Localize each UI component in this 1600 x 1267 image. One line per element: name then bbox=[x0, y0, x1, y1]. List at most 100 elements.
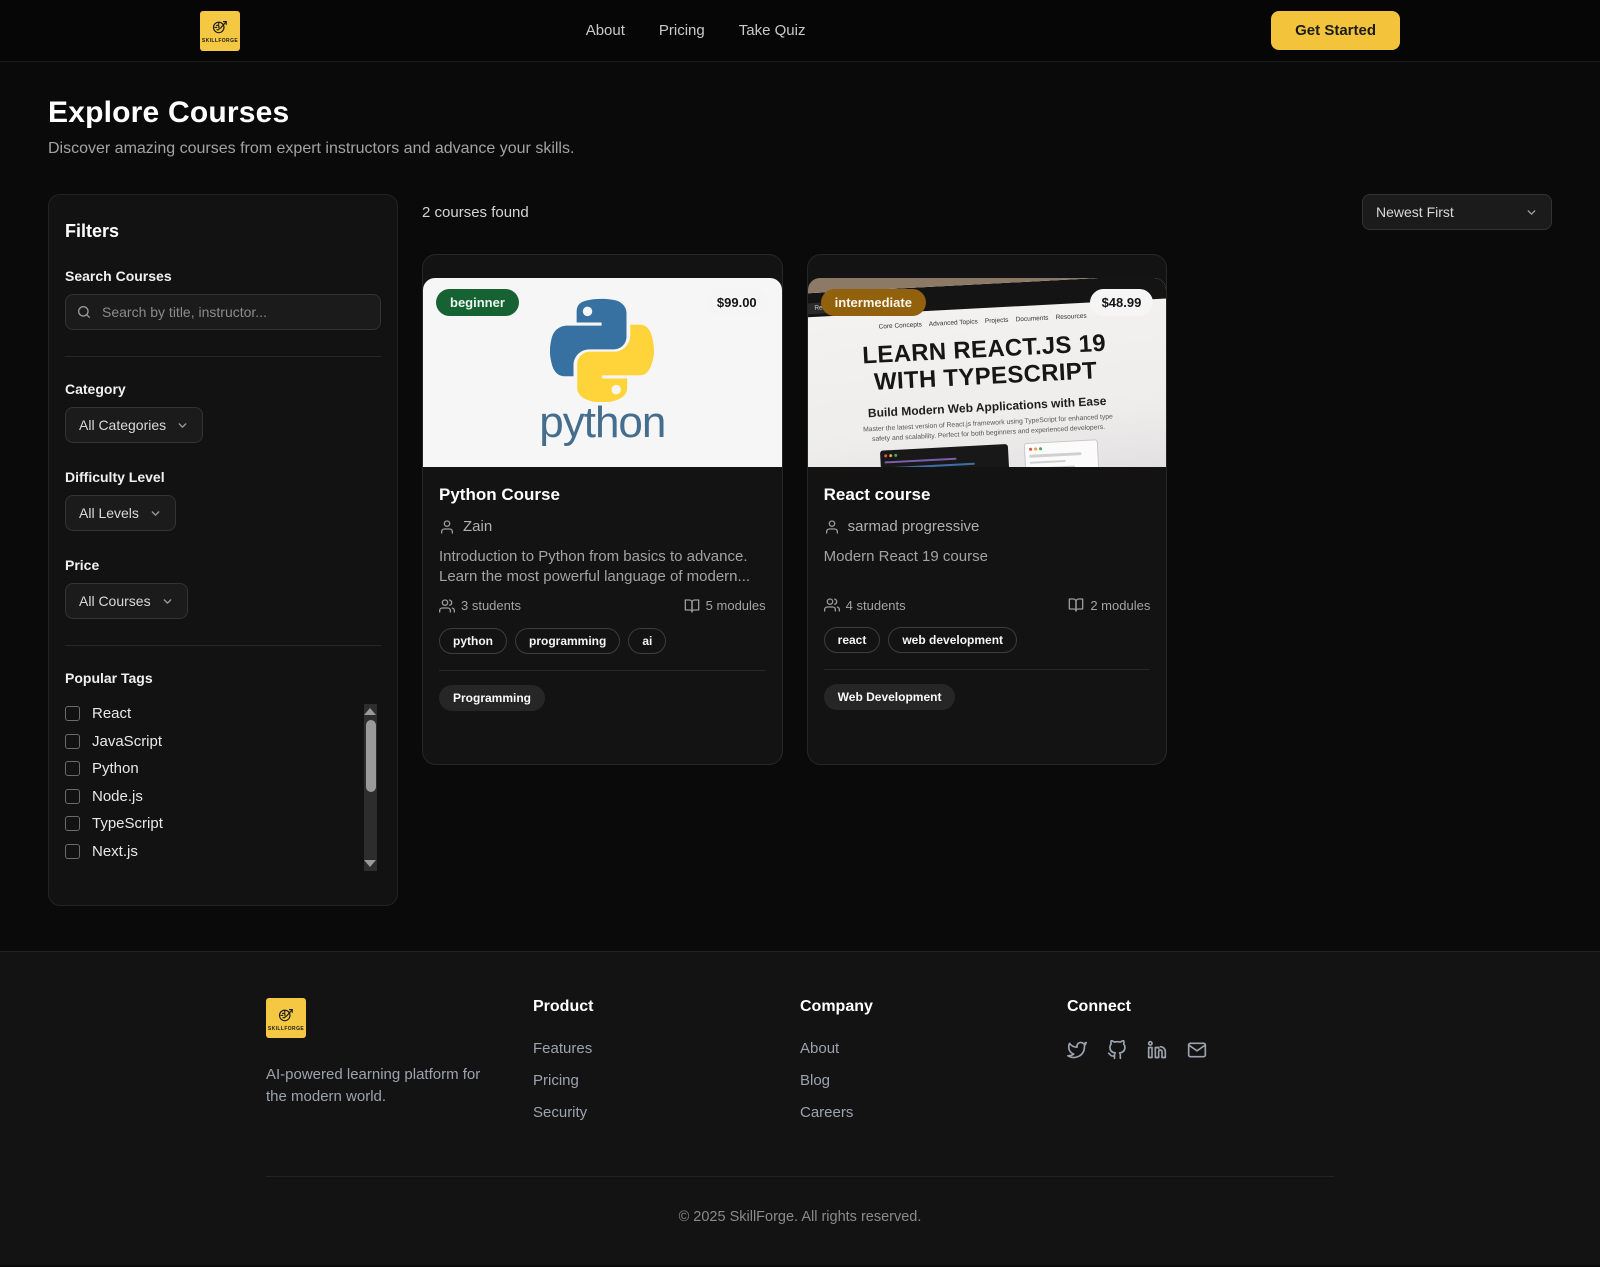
modules-count: 2 modules bbox=[1068, 597, 1150, 613]
brand-name: SKILLFORGE bbox=[202, 38, 238, 44]
sort-select[interactable]: Newest First bbox=[1362, 194, 1552, 230]
tag-option-nodejs[interactable]: Node.js bbox=[65, 783, 355, 811]
footer-tagline: AI-powered learning platform for the mod… bbox=[266, 1064, 496, 1108]
brain-arrow-icon bbox=[210, 17, 230, 37]
footer-company-column: Company About Blog Careers bbox=[800, 998, 1067, 1136]
sort-value: Newest First bbox=[1376, 204, 1454, 220]
github-icon[interactable] bbox=[1107, 1040, 1127, 1060]
course-title[interactable]: React course bbox=[824, 485, 1151, 505]
difficulty-select[interactable]: All Levels bbox=[65, 495, 176, 531]
users-icon bbox=[824, 597, 840, 613]
footer-link-pricing[interactable]: Pricing bbox=[533, 1072, 800, 1089]
scrollbar-thumb[interactable] bbox=[366, 720, 376, 792]
price-badge: $48.99 bbox=[1090, 289, 1154, 316]
user-icon bbox=[439, 519, 455, 535]
footer-link-blog[interactable]: Blog bbox=[800, 1072, 1067, 1089]
tag-option-nextjs[interactable]: Next.js bbox=[65, 838, 355, 866]
checkbox[interactable] bbox=[65, 734, 80, 749]
checkbox[interactable] bbox=[65, 789, 80, 804]
price-badge: $99.00 bbox=[705, 289, 769, 316]
results-count: 2 courses found bbox=[422, 204, 529, 221]
tag-option-react[interactable]: React bbox=[65, 700, 355, 728]
footer-link-about[interactable]: About bbox=[800, 1040, 1067, 1057]
course-description: Modern React 19 course bbox=[824, 547, 1151, 587]
category-badge: Web Development bbox=[824, 684, 956, 710]
book-open-icon bbox=[684, 598, 700, 614]
checkbox[interactable] bbox=[65, 761, 80, 776]
instructor-name: sarmad progressive bbox=[848, 518, 980, 535]
courses-grid: beginner $99.00 python Python Course Zai… bbox=[422, 254, 1552, 765]
tag-option-python[interactable]: Python bbox=[65, 755, 355, 783]
brand-logo[interactable]: SKILLFORGE bbox=[200, 11, 240, 51]
nav-link-take-quiz[interactable]: Take Quiz bbox=[739, 22, 806, 39]
tags-scrollbar[interactable] bbox=[364, 704, 377, 871]
scroll-up-arrow[interactable] bbox=[364, 708, 376, 715]
product-title: Product bbox=[533, 998, 800, 1016]
footer-product-column: Product Features Pricing Security bbox=[533, 998, 800, 1136]
course-card-react[interactable]: intermediate $48.99 React Course - YouTu… bbox=[807, 254, 1168, 765]
chevron-down-icon bbox=[176, 419, 189, 432]
students-count: 3 students bbox=[439, 598, 521, 614]
price-select[interactable]: All Courses bbox=[65, 583, 188, 619]
divider bbox=[439, 670, 766, 671]
connect-title: Connect bbox=[1067, 998, 1334, 1016]
email-icon[interactable] bbox=[1187, 1040, 1207, 1060]
page-subtitle: Discover amazing courses from expert ins… bbox=[48, 140, 1552, 158]
tag-option-javascript[interactable]: JavaScript bbox=[65, 728, 355, 756]
category-select[interactable]: All Categories bbox=[65, 407, 203, 443]
footer-link-careers[interactable]: Careers bbox=[800, 1104, 1067, 1121]
level-badge: intermediate bbox=[821, 289, 926, 316]
course-image-python: beginner $99.00 python bbox=[423, 278, 782, 467]
course-tag: programming bbox=[515, 628, 620, 654]
python-wordmark: python bbox=[539, 398, 665, 448]
course-tag: react bbox=[824, 627, 881, 653]
divider bbox=[824, 669, 1151, 670]
course-image-react: intermediate $48.99 React Course - YouTu… bbox=[808, 278, 1167, 467]
checkbox[interactable] bbox=[65, 706, 80, 721]
search-label: Search Courses bbox=[65, 268, 381, 284]
get-started-button[interactable]: Get Started bbox=[1271, 11, 1400, 50]
students-count: 4 students bbox=[824, 597, 906, 613]
linkedin-icon[interactable] bbox=[1147, 1040, 1167, 1060]
main-content: Explore Courses Discover amazing courses… bbox=[0, 62, 1600, 951]
footer: SKILLFORGE AI-powered learning platform … bbox=[0, 951, 1600, 1265]
search-icon bbox=[76, 304, 92, 320]
footer-link-security[interactable]: Security bbox=[533, 1104, 800, 1121]
scroll-down-arrow[interactable] bbox=[364, 860, 376, 867]
price-label: Price bbox=[65, 557, 381, 573]
checkbox[interactable] bbox=[65, 844, 80, 859]
footer-logo[interactable]: SKILLFORGE bbox=[266, 998, 306, 1038]
twitter-icon[interactable] bbox=[1067, 1040, 1087, 1060]
page-title: Explore Courses bbox=[48, 62, 1552, 130]
filters-panel: Filters Search Courses Category All Cate… bbox=[48, 194, 398, 906]
brain-arrow-icon bbox=[276, 1005, 296, 1025]
python-logo-icon bbox=[550, 298, 654, 402]
difficulty-label: Difficulty Level bbox=[65, 469, 381, 485]
code-editor-thumbnail bbox=[880, 444, 1011, 467]
category-value: All Categories bbox=[79, 417, 166, 433]
company-title: Company bbox=[800, 998, 1067, 1016]
nav-link-about[interactable]: About bbox=[586, 22, 625, 39]
search-input[interactable] bbox=[65, 294, 381, 330]
chevron-down-icon bbox=[149, 507, 162, 520]
category-label: Category bbox=[65, 381, 381, 397]
users-icon bbox=[439, 598, 455, 614]
tag-option-typescript[interactable]: TypeScript bbox=[65, 810, 355, 838]
copyright: © 2025 SkillForge. All rights reserved. bbox=[266, 1177, 1334, 1265]
footer-link-features[interactable]: Features bbox=[533, 1040, 800, 1057]
footer-connect-column: Connect bbox=[1067, 998, 1334, 1136]
main-nav: About Pricing Take Quiz bbox=[586, 22, 806, 39]
course-tag: web development bbox=[888, 627, 1017, 653]
divider bbox=[65, 645, 381, 646]
modules-count: 5 modules bbox=[684, 598, 766, 614]
checkbox[interactable] bbox=[65, 816, 80, 831]
difficulty-value: All Levels bbox=[79, 505, 139, 521]
chevron-down-icon bbox=[1525, 206, 1538, 219]
book-open-icon bbox=[1068, 597, 1084, 613]
results-section: 2 courses found Newest First beginner $9… bbox=[422, 194, 1552, 765]
course-card-python[interactable]: beginner $99.00 python Python Course Zai… bbox=[422, 254, 783, 765]
course-title[interactable]: Python Course bbox=[439, 485, 766, 505]
course-tag: ai bbox=[628, 628, 666, 654]
diagram-thumbnail bbox=[1024, 439, 1101, 467]
nav-link-pricing[interactable]: Pricing bbox=[659, 22, 705, 39]
